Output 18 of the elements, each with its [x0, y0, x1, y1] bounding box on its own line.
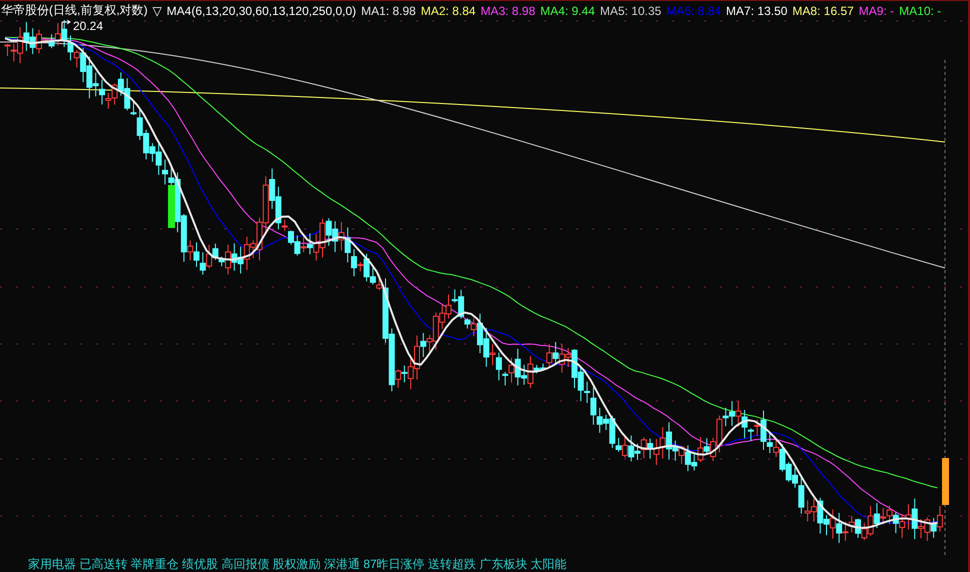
high-price-label: 20.24	[73, 20, 104, 33]
chart-title: 华帝股份(日线,前复权,对数)	[1, 2, 148, 19]
ma-legend-item: MA9: -	[858, 4, 894, 18]
high-pointer-icon	[62, 20, 71, 30]
ma-legend-item: MA7: 13.50	[726, 4, 788, 18]
concept-tags-text: 家用电器 已高送转 举牌重仓 绩优股 高回报债 股权激励 深港通 87昨日涨停 送转超跌 广东板块 太阳能	[28, 556, 567, 572]
ma-legend-item: MA10: -	[899, 4, 942, 18]
ma-legend-item: MA6: 8.84	[666, 4, 722, 18]
signal-bar	[942, 458, 949, 505]
ma-legend-item: MA3: 8.98	[480, 4, 536, 18]
ma-legend-item: MA5: 10.35	[600, 4, 662, 18]
indicator-toggle[interactable]: ▽	[152, 4, 162, 18]
ma-legend-item: MA2: 8.84	[420, 4, 476, 18]
signal-bar	[168, 185, 175, 228]
ma-legend-item: MA4: 9.44	[540, 4, 595, 18]
ma-legend-item: MA8: 16.57	[792, 4, 854, 18]
indicator-params: MA4(6,13,20,30,60,13,120,250,0,0)	[166, 4, 356, 18]
ma-legend-item: MA1: 8.98	[361, 4, 416, 18]
